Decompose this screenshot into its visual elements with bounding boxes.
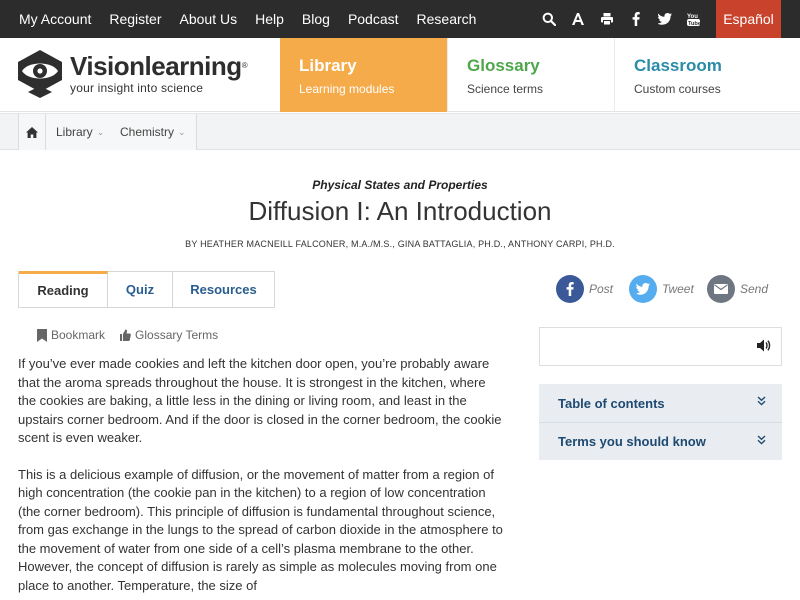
terms-you-should-know-toggle[interactable]: Terms you should know (539, 422, 782, 460)
print-icon[interactable] (592, 0, 621, 38)
facebook-icon[interactable] (621, 0, 650, 38)
about-us-link[interactable]: About Us (180, 11, 238, 27)
breadcrumb-chemistry[interactable]: Chemistry ⌄ (110, 114, 197, 150)
share-twitter-button[interactable]: Tweet (629, 275, 694, 303)
twitter-icon[interactable] (650, 0, 679, 38)
header-tab-glossary[interactable]: Glossary Science terms (447, 38, 614, 112)
eye-logo-icon (18, 50, 62, 98)
tab-resources[interactable]: Resources (173, 272, 274, 307)
chevron-down-icon: ⌄ (96, 126, 105, 137)
thumbs-up-icon (120, 329, 131, 341)
my-account-link[interactable]: My Account (19, 11, 91, 27)
content-tabs: Reading Quiz Resources (18, 271, 275, 308)
twitter-icon (629, 275, 657, 303)
header-tab-title: Library (299, 56, 357, 75)
bookmark-icon (37, 328, 47, 342)
header-tab-subtitle: Learning modules (299, 82, 395, 96)
breadcrumb-home[interactable] (18, 114, 46, 150)
registered-mark: ® (241, 61, 248, 70)
blog-link[interactable]: Blog (302, 11, 330, 27)
header-tab-subtitle: Custom courses (634, 82, 721, 96)
share-facebook-button[interactable]: Post (556, 275, 613, 303)
tab-quiz[interactable]: Quiz (108, 272, 173, 307)
header-tab-subtitle: Science terms (467, 82, 544, 96)
sidebar-sections: Table of contents Terms you should know (539, 384, 782, 460)
breadcrumb-label: Chemistry (120, 125, 175, 139)
header-tab-title: Glossary (467, 56, 540, 75)
search-icon[interactable] (534, 0, 563, 38)
top-icons: You Tube (534, 0, 708, 38)
brand-name: Visionlearning (70, 51, 242, 81)
top-nav: My Account Register About Us Help Blog P… (10, 0, 485, 38)
breadcrumb-label: Library (56, 125, 93, 139)
glossary-terms-toggle[interactable]: Glossary Terms (119, 328, 218, 342)
site-logo[interactable]: Visionlearning® your insight into scienc… (18, 50, 248, 98)
facebook-icon (556, 275, 584, 303)
share-email-button[interactable]: Send (707, 275, 768, 303)
share-label: Post (589, 282, 614, 296)
double-chevron-down-icon (757, 396, 766, 406)
breadcrumb: Library ⌄ Chemistry ⌄ (0, 113, 800, 150)
help-link[interactable]: Help (255, 11, 284, 27)
header-tab-title: Classroom (634, 56, 722, 75)
podcast-link[interactable]: Podcast (348, 11, 399, 27)
page-title: Diffusion I: An Introduction (248, 196, 552, 226)
section-label: Table of contents (558, 395, 665, 411)
section-label: Terms you should know (558, 434, 706, 449)
speaker-icon[interactable] (757, 339, 771, 357)
home-icon (26, 126, 38, 138)
glossary-terms-label: Glossary Terms (135, 328, 219, 342)
youtube-icon[interactable]: You Tube (679, 0, 708, 38)
svg-text:Tube: Tube (688, 21, 700, 26)
double-chevron-down-icon (757, 435, 766, 445)
chevron-down-icon: ⌄ (178, 126, 186, 137)
article-paragraph: This is a delicious example of diffusion… (18, 466, 503, 593)
tab-reading[interactable]: Reading (19, 271, 108, 307)
article-category[interactable]: Physical States and Properties (0, 178, 800, 192)
header-tab-library[interactable]: Library Learning modules (280, 38, 447, 112)
article-paragraph: If you’ve ever made cookies and left the… (18, 356, 502, 445)
share-label: Send (740, 282, 769, 296)
bookmark-button[interactable]: Bookmark (37, 328, 105, 342)
site-header: Visionlearning® your insight into scienc… (0, 38, 800, 112)
article-tools: Bookmark Glossary Terms (37, 328, 232, 342)
brand-tagline: your insight into science (70, 81, 204, 95)
language-button[interactable]: Español (716, 0, 781, 38)
bookmark-label: Bookmark (51, 328, 106, 342)
article-body: If you’ve ever made cookies and left the… (18, 355, 503, 600)
article-authors: BY HEATHER MACNEILL FALCONER, M.A./M.S.,… (185, 239, 615, 249)
register-link[interactable]: Register (109, 11, 161, 27)
share-label: Tweet (662, 282, 694, 296)
table-of-contents-toggle[interactable]: Table of contents (539, 384, 782, 422)
audio-player (539, 327, 782, 366)
research-link[interactable]: Research (417, 11, 477, 27)
envelope-icon (707, 275, 735, 303)
font-size-icon[interactable] (563, 0, 592, 38)
top-bar: My Account Register About Us Help Blog P… (0, 0, 800, 38)
breadcrumb-library[interactable]: Library ⌄ (46, 114, 116, 150)
header-tab-classroom[interactable]: Classroom Custom courses (614, 38, 800, 112)
